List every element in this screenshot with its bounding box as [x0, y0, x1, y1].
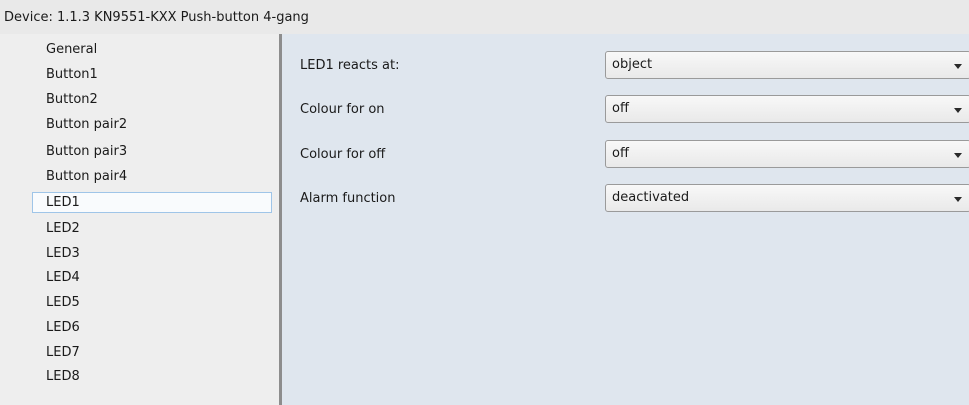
led1-reacts-at-label: LED1 reacts at:	[300, 58, 400, 73]
title-bar: Device: 1.1.3 KN9551-KXX Push-button 4-g…	[0, 0, 969, 34]
alarm-function-value: deactivated	[612, 190, 690, 205]
led1-reacts-at-select[interactable]: object	[605, 51, 969, 79]
sidebar-item-led7[interactable]: LED7	[46, 342, 80, 364]
alarm-function-select[interactable]: deactivated	[605, 184, 969, 212]
colour-for-on-value: off	[612, 101, 629, 116]
sidebar-item-led8[interactable]: LED8	[46, 366, 80, 388]
sidebar-item-button1[interactable]: Button1	[46, 64, 98, 86]
sidebar-item-led5[interactable]: LED5	[46, 292, 80, 314]
parameter-panel	[282, 34, 969, 405]
sidebar-item-led3[interactable]: LED3	[46, 243, 80, 265]
chevron-down-icon	[954, 64, 962, 69]
colour-for-off-value: off	[612, 146, 629, 161]
sidebar-item-button-pair3[interactable]: Button pair3	[46, 141, 127, 163]
colour-for-off-label: Colour for off	[300, 147, 386, 162]
colour-for-on-label: Colour for on	[300, 102, 385, 117]
led1-reacts-at-value: object	[612, 57, 653, 72]
sidebar-item-led2[interactable]: LED2	[46, 218, 80, 240]
sidebar-item-led1[interactable]: LED1	[32, 192, 272, 213]
colour-for-on-select[interactable]: off	[605, 95, 969, 123]
sidebar-item-button-pair2[interactable]: Button pair2	[46, 114, 127, 136]
sidebar-item-led4[interactable]: LED4	[46, 267, 80, 289]
chevron-down-icon	[954, 153, 962, 158]
alarm-function-label: Alarm function	[300, 191, 396, 206]
sidebar-item-led6[interactable]: LED6	[46, 317, 80, 339]
sidebar	[0, 34, 279, 405]
sidebar-item-general[interactable]: General	[46, 39, 97, 61]
sidebar-item-button-pair4[interactable]: Button pair4	[46, 166, 127, 188]
device-title: Device: 1.1.3 KN9551-KXX Push-button 4-g…	[4, 10, 309, 25]
chevron-down-icon	[954, 108, 962, 113]
chevron-down-icon	[954, 197, 962, 202]
sidebar-item-button2[interactable]: Button2	[46, 89, 98, 111]
colour-for-off-select[interactable]: off	[605, 140, 969, 168]
